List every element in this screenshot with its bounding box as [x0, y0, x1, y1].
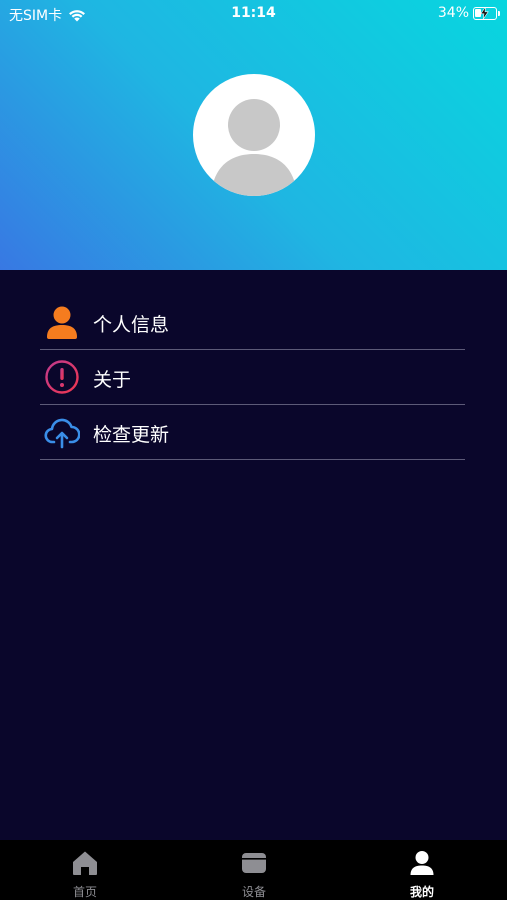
menu-item-check-update[interactable]: 检查更新	[40, 405, 465, 460]
charging-bolt-icon	[480, 6, 489, 19]
tab-home[interactable]: 首页	[35, 840, 135, 900]
cloud-upload-icon	[44, 418, 80, 449]
menu-item-label: 个人信息	[93, 314, 170, 336]
avatar-placeholder-icon	[211, 99, 297, 196]
avatar[interactable]	[193, 74, 315, 196]
person-icon	[410, 851, 434, 875]
tab-label: 我的	[409, 885, 434, 899]
battery-percent: 34%	[437, 5, 469, 21]
menu-item-label: 关于	[93, 369, 132, 391]
tab-device[interactable]: 设备	[204, 840, 304, 900]
device-icon	[242, 853, 266, 873]
profile-header: 无SIM卡 11:14 34%	[0, 0, 507, 270]
tab-bar: 首页 设备 我的	[0, 840, 507, 900]
person-icon	[47, 306, 77, 339]
status-right: 34%	[437, 5, 500, 21]
tab-label: 设备	[241, 885, 266, 899]
tab-mine[interactable]: 我的	[372, 840, 472, 900]
home-icon	[73, 851, 97, 875]
menu-item-label: 检查更新	[93, 424, 170, 446]
status-time: 11:14	[231, 5, 276, 21]
menu-item-profile-info[interactable]: 个人信息	[40, 295, 465, 350]
battery-icon	[473, 6, 500, 20]
tab-label: 首页	[72, 885, 97, 899]
status-bar: 无SIM卡 11:14 34%	[0, 0, 507, 28]
menu-item-about[interactable]: 关于	[40, 350, 465, 405]
exclamation-circle-icon	[45, 360, 79, 394]
profile-menu: 个人信息 关于 检查更新	[40, 295, 465, 460]
